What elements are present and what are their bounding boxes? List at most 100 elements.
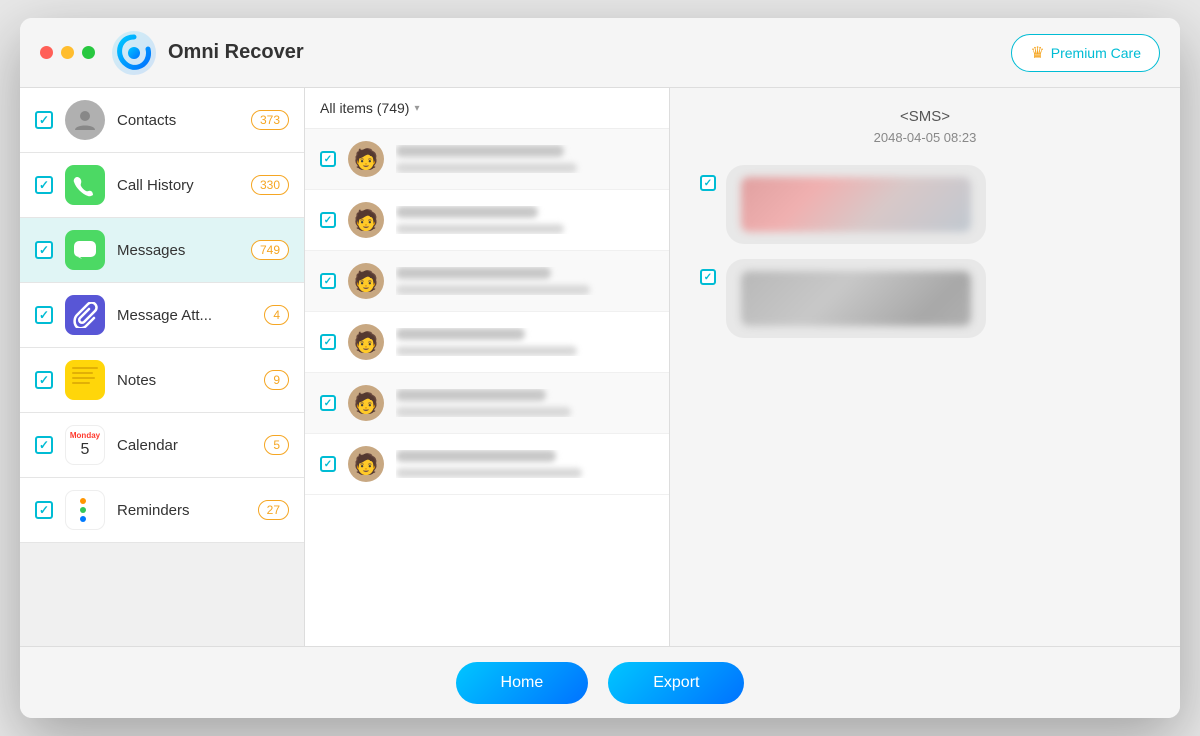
list-item[interactable]: 🧑 — [305, 373, 669, 434]
main-content: Contacts 373 Call History 330 — [20, 88, 1180, 646]
notes-checkbox[interactable] — [35, 371, 53, 389]
blur-name-5 — [396, 389, 546, 401]
reminders-icon-inner — [76, 494, 94, 526]
blur-name-6 — [396, 450, 556, 462]
message-content-4 — [396, 328, 654, 356]
blur-text-3 — [396, 285, 590, 295]
calendar-icon-inner: Monday 5 — [70, 432, 100, 458]
reminders-badge: 27 — [258, 500, 289, 520]
avatar-4: 🧑 — [348, 324, 384, 360]
filter-dropdown[interactable]: All items (749) ▾ — [320, 100, 420, 116]
sidebar-item-messages[interactable]: Messages 749 — [20, 218, 304, 283]
message-content-2 — [396, 206, 654, 234]
list-item[interactable]: 🧑 — [305, 312, 669, 373]
blur-name-1 — [396, 145, 564, 157]
calendar-icon: Monday 5 — [65, 425, 105, 465]
bubble-checkbox-2[interactable] — [700, 269, 716, 285]
messages-icon — [65, 230, 105, 270]
sidebar-item-message-att[interactable]: Message Att... 4 — [20, 283, 304, 348]
item-checkbox-6[interactable] — [320, 456, 336, 472]
messages-checkbox[interactable] — [35, 241, 53, 259]
message-att-checkbox[interactable] — [35, 306, 53, 324]
list-item[interactable]: 🧑 — [305, 190, 669, 251]
minimize-button[interactable] — [61, 46, 74, 59]
blur-text-1 — [396, 163, 577, 173]
list-item[interactable]: 🧑 — [305, 434, 669, 495]
sidebar-item-call-history[interactable]: Call History 330 — [20, 153, 304, 218]
messages-label: Messages — [117, 242, 251, 259]
cal-header: Monday — [70, 432, 100, 441]
call-history-badge: 330 — [251, 175, 289, 195]
chevron-down-icon: ▾ — [414, 103, 419, 114]
filter-bar: All items (749) ▾ — [305, 88, 669, 129]
bubble-2 — [726, 259, 986, 338]
blur-name-2 — [396, 206, 538, 218]
bubble-blur-1 — [741, 177, 971, 232]
premium-care-button[interactable]: ♛ Premium Care — [1011, 34, 1160, 72]
reminders-icon — [65, 490, 105, 530]
app-logo — [110, 29, 158, 77]
call-history-label: Call History — [117, 177, 251, 194]
message-att-icon — [65, 295, 105, 335]
contacts-label: Contacts — [117, 112, 251, 129]
notes-icon — [65, 360, 105, 400]
bubble-checkbox-1[interactable] — [700, 175, 716, 191]
item-checkbox-5[interactable] — [320, 395, 336, 411]
list-item[interactable]: 🧑 — [305, 129, 669, 190]
bubble-row-2 — [690, 259, 1160, 338]
maximize-button[interactable] — [82, 46, 95, 59]
notes-label: Notes — [117, 372, 264, 389]
calendar-checkbox[interactable] — [35, 436, 53, 454]
calendar-badge: 5 — [264, 435, 289, 455]
call-history-checkbox[interactable] — [35, 176, 53, 194]
avatar-6: 🧑 — [348, 446, 384, 482]
sidebar-item-notes[interactable]: Notes 9 — [20, 348, 304, 413]
message-list: 🧑 🧑 🧑 — [305, 129, 669, 646]
home-button[interactable]: Home — [456, 662, 589, 704]
blur-name-3 — [396, 267, 551, 279]
item-checkbox-3[interactable] — [320, 273, 336, 289]
bubble-row-1 — [690, 165, 1160, 244]
message-content-6 — [396, 450, 654, 478]
item-checkbox-2[interactable] — [320, 212, 336, 228]
center-panel: All items (749) ▾ 🧑 🧑 — [305, 88, 670, 646]
sidebar-item-contacts[interactable]: Contacts 373 — [20, 88, 304, 153]
blur-text-4 — [396, 346, 577, 356]
close-button[interactable] — [40, 46, 53, 59]
app-title: Omni Recover — [168, 41, 304, 64]
messages-badge: 749 — [251, 240, 289, 260]
message-detail: <SMS> 2048-04-05 08:23 — [670, 88, 1180, 646]
item-checkbox-4[interactable] — [320, 334, 336, 350]
bubble-blur-2 — [741, 271, 971, 326]
blur-text-6 — [396, 468, 582, 478]
call-history-icon — [65, 165, 105, 205]
sms-timestamp: 2048-04-05 08:23 — [690, 130, 1160, 145]
message-att-badge: 4 — [264, 305, 289, 325]
title-bar: Omni Recover ♛ Premium Care — [20, 18, 1180, 88]
bubble-1 — [726, 165, 986, 244]
item-checkbox-1[interactable] — [320, 151, 336, 167]
contacts-badge: 373 — [251, 110, 289, 130]
reminders-checkbox[interactable] — [35, 501, 53, 519]
traffic-lights — [40, 46, 95, 59]
message-content-5 — [396, 389, 654, 417]
blur-text-5 — [396, 407, 571, 417]
sidebar-item-reminders[interactable]: Reminders 27 — [20, 478, 304, 543]
bottom-bar: Home Export — [20, 646, 1180, 718]
right-panel: <SMS> 2048-04-05 08:23 — [670, 88, 1180, 646]
contacts-checkbox[interactable] — [35, 111, 53, 129]
avatar-2: 🧑 — [348, 202, 384, 238]
calendar-label: Calendar — [117, 437, 264, 454]
reminders-label: Reminders — [117, 502, 258, 519]
avatar-1: 🧑 — [348, 141, 384, 177]
export-button[interactable]: Export — [608, 662, 744, 704]
notes-icon-inner — [67, 362, 103, 398]
blur-text-2 — [396, 224, 564, 234]
message-content-3 — [396, 267, 654, 295]
crown-icon: ♛ — [1030, 43, 1044, 63]
blur-name-4 — [396, 328, 525, 340]
list-item[interactable]: 🧑 — [305, 251, 669, 312]
contacts-icon — [65, 100, 105, 140]
sms-tag: <SMS> — [690, 108, 1160, 125]
sidebar-item-calendar[interactable]: Monday 5 Calendar 5 — [20, 413, 304, 478]
